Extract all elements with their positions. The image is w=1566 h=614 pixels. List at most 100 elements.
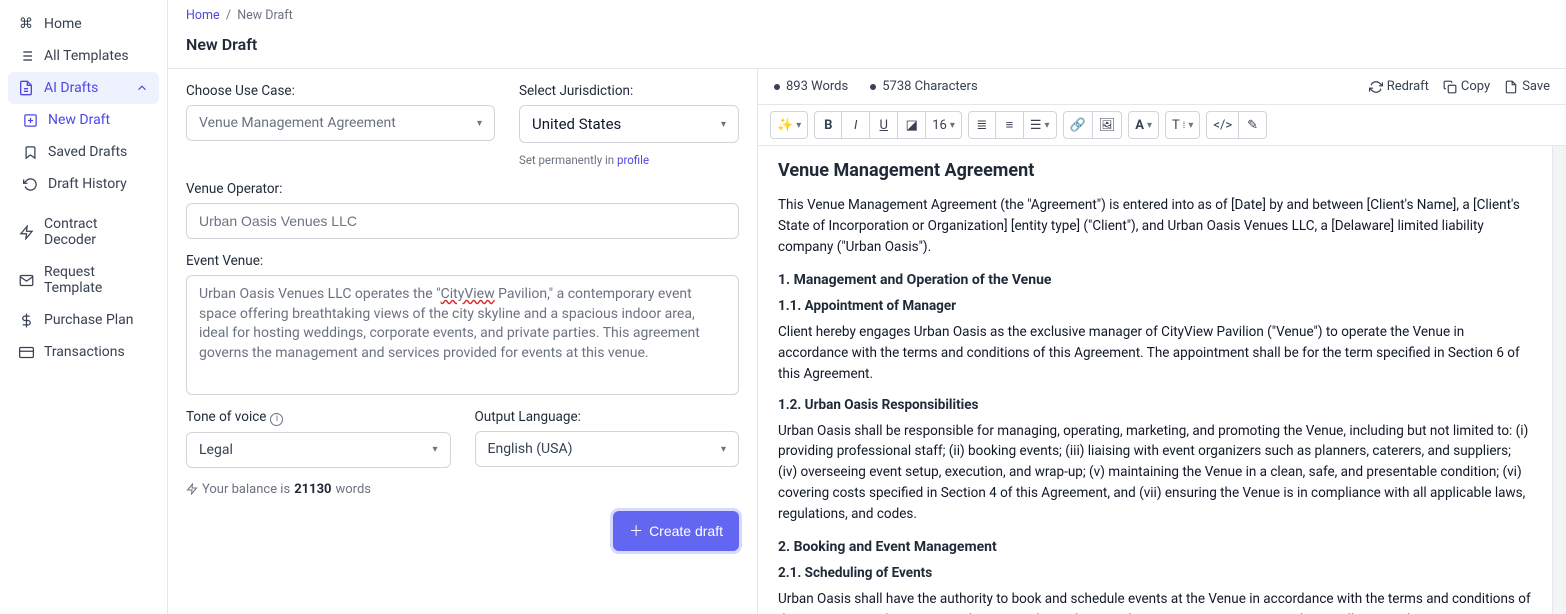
use-case-label: Choose Use Case: [186, 83, 495, 99]
jurisdiction-label: Select Jurisdiction: [519, 83, 739, 99]
word-count: 893 Words [786, 79, 848, 94]
nav-draft-history[interactable]: Draft History [8, 168, 159, 200]
save-button[interactable]: Save [1504, 79, 1550, 94]
card-icon [18, 344, 34, 360]
profile-link[interactable]: profile [617, 153, 649, 167]
list-icon [18, 48, 34, 64]
chevron-down-icon: ▾ [477, 118, 482, 129]
number-list-button[interactable]: ≡ [996, 111, 1024, 139]
nav-ai-drafts[interactable]: AI Drafts [8, 72, 159, 104]
venue-operator-input[interactable] [186, 203, 739, 239]
breadcrumb-current: New Draft [237, 8, 292, 23]
nav-label: Purchase Plan [44, 312, 134, 328]
bullet-list-button[interactable]: ≣ [968, 111, 996, 139]
nav-saved-drafts[interactable]: Saved Drafts [8, 136, 159, 168]
link-icon: 🔗 [1070, 118, 1086, 133]
nav-new-draft[interactable]: New Draft [8, 104, 159, 136]
italic-button[interactable]: I [842, 111, 870, 139]
jurisdiction-note: Set permanently in profile [519, 153, 739, 167]
chevron-down-icon: ▾ [1147, 120, 1152, 131]
nav-label: Draft History [48, 176, 127, 192]
doc-heading: 2. Booking and Event Management [778, 539, 1532, 555]
copy-label: Copy [1461, 79, 1490, 94]
plus-icon: ＋ [629, 521, 643, 541]
event-venue-label: Event Venue: [186, 253, 739, 269]
redraft-button[interactable]: Redraft [1369, 79, 1429, 94]
copy-button[interactable]: Copy [1443, 79, 1490, 94]
create-draft-button[interactable]: ＋ Create draft [613, 511, 739, 551]
highlight-button[interactable]: ◪ [898, 111, 926, 139]
tone-value: Legal [199, 442, 233, 458]
chevron-down-icon: ▾ [721, 444, 726, 455]
history-icon [22, 176, 38, 192]
breadcrumb: Home / New Draft [168, 0, 1566, 31]
copy-icon [1443, 80, 1457, 94]
sidebar: ⌘ Home All Templates AI Drafts New Draft… [0, 0, 168, 614]
page-title: New Draft [168, 31, 1566, 68]
bolt-icon [186, 483, 198, 495]
chevron-down-icon: ▾ [432, 444, 437, 455]
jurisdiction-select[interactable]: United States ▾ [519, 105, 739, 143]
code-icon: </> [1213, 118, 1232, 133]
image-button[interactable]: 🖼 [1093, 111, 1123, 139]
chevron-down-icon: ▾ [721, 119, 726, 130]
textcolor-button[interactable]: A▾ [1128, 111, 1159, 139]
underline-button[interactable]: U [870, 111, 898, 139]
doc-subheading: 1.1. Appointment of Manager [778, 298, 1532, 314]
nav-label: Transactions [44, 344, 125, 360]
wand-icon: ✨ [777, 118, 793, 133]
edit-button[interactable]: ✎ [1239, 111, 1267, 139]
nav-label: AI Drafts [44, 80, 98, 96]
chevron-down-icon: ▾ [1045, 120, 1050, 131]
output-lang-select[interactable]: English (USA) ▾ [475, 431, 740, 467]
code-button[interactable]: </> [1206, 111, 1239, 139]
doc-stats: 893 Words 5738 Characters [774, 79, 978, 94]
balance-text: Your balance is 21130 words [186, 482, 739, 497]
list-ol-icon: ≡ [1006, 117, 1014, 133]
nav-purchase-plan[interactable]: Purchase Plan [8, 304, 159, 336]
venue-operator-label: Venue Operator: [186, 181, 739, 197]
doc-paragraph: Urban Oasis shall be responsible for man… [778, 421, 1532, 526]
dollar-icon [18, 312, 34, 328]
doc-paragraph: Urban Oasis shall have the authority to … [778, 589, 1532, 614]
redraft-label: Redraft [1387, 79, 1429, 94]
bold-button[interactable]: B [814, 111, 842, 139]
refresh-icon [1369, 80, 1383, 94]
scrollbar[interactable] [1552, 146, 1566, 614]
create-draft-label: Create draft [649, 523, 723, 539]
nav-home[interactable]: ⌘ Home [8, 8, 159, 40]
document-body[interactable]: Venue Management Agreement This Venue Ma… [758, 146, 1552, 614]
doc-paragraph: This Venue Management Agreement (the "Ag… [778, 195, 1532, 258]
tone-select[interactable]: Legal ▾ [186, 432, 451, 468]
char-count: 5738 Characters [882, 79, 977, 94]
nav-contract-decoder[interactable]: Contract Decoder [8, 208, 159, 256]
format-button[interactable]: T⁞▾ [1165, 111, 1200, 139]
nav-label: New Draft [48, 112, 110, 128]
breadcrumb-sep: / [226, 8, 231, 23]
chevron-up-icon [135, 81, 149, 95]
magic-button[interactable]: ✨▾ [770, 111, 808, 139]
nav-label: Request Template [44, 264, 149, 296]
main: Home / New Draft New Draft Choose Use Ca… [168, 0, 1566, 614]
file-icon [1504, 80, 1518, 94]
doc-heading: 1. Management and Operation of the Venue [778, 272, 1532, 288]
toolbar: ✨▾ B I U ◪ 16▾ ≣ ≡ ☰▾ 🔗 🖼 [758, 104, 1566, 146]
bolt-icon [18, 224, 34, 240]
info-icon[interactable]: i [270, 413, 283, 426]
editor-panel: 893 Words 5738 Characters Redraft Copy S… [758, 69, 1566, 614]
use-case-select[interactable]: Venue Management Agreement ▾ [186, 105, 495, 141]
pen-icon: ✎ [1247, 118, 1258, 133]
fontsize-select[interactable]: 16▾ [926, 111, 962, 139]
bookmark-icon [22, 144, 38, 160]
nav-transactions[interactable]: Transactions [8, 336, 159, 368]
list-ul-icon: ≣ [976, 118, 987, 133]
breadcrumb-home[interactable]: Home [186, 8, 220, 23]
nav-request-template[interactable]: Request Template [8, 256, 159, 304]
align-button[interactable]: ☰▾ [1024, 111, 1057, 139]
event-venue-textarea[interactable]: Urban Oasis Venues LLC operates the "Cit… [186, 275, 739, 395]
image-icon: 🖼 [1099, 118, 1116, 133]
nav-all-templates[interactable]: All Templates [8, 40, 159, 72]
save-label: Save [1522, 79, 1550, 94]
chevron-down-icon: ▾ [1188, 120, 1193, 131]
link-button[interactable]: 🔗 [1063, 111, 1093, 139]
